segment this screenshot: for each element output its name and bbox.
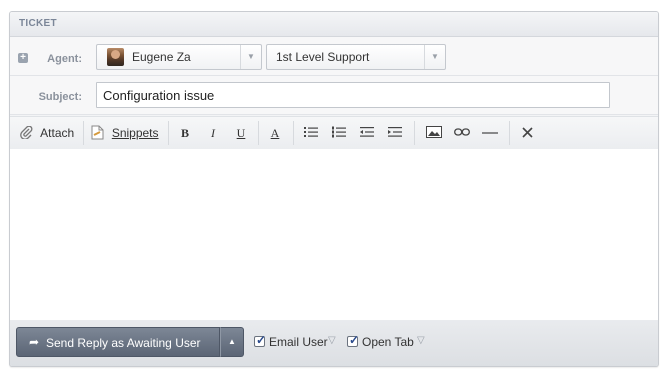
outdent-icon (360, 127, 374, 137)
chevron-down-icon[interactable]: ▼ (240, 45, 261, 69)
editor-toolbar: Attach Snippets B I U A (10, 116, 658, 150)
snippets-label: Snippets (111, 126, 159, 140)
ticket-panel: TICKET + Agent: Eugene Za ▼ 1st Level Su… (9, 11, 659, 367)
agent-row: + Agent: Eugene Za ▼ 1st Level Support ▼ (10, 37, 658, 76)
panel-header: TICKET (10, 12, 658, 37)
horizontal-rule-button[interactable] (478, 117, 502, 149)
bold-button[interactable]: B (174, 117, 196, 149)
chevron-up-icon: ▲ (228, 337, 236, 346)
font-color-button[interactable]: A (264, 117, 286, 149)
subject-input[interactable] (96, 82, 610, 108)
close-icon (521, 127, 533, 138)
insert-image-button[interactable] (422, 117, 446, 149)
team-name: 1st Level Support (276, 50, 370, 64)
underline-button[interactable]: U (230, 117, 252, 149)
horizontal-rule-icon (482, 132, 498, 134)
panel-title: TICKET (19, 18, 57, 29)
team-select[interactable]: 1st Level Support ▼ (266, 44, 446, 70)
insert-link-button[interactable] (450, 117, 474, 149)
dropdown-arrow-icon[interactable]: ▽ (328, 335, 336, 346)
email-user-checkbox[interactable]: ✓ (254, 333, 267, 347)
outdent-button[interactable] (356, 117, 378, 149)
subject-row: Subject: (10, 76, 658, 115)
chevron-down-icon[interactable]: ▼ (424, 45, 445, 69)
attach-button[interactable]: Attach (16, 117, 78, 149)
agent-label: Agent: (47, 53, 82, 65)
send-reply-button[interactable]: ➦ Send Reply as Awaiting User (16, 327, 220, 357)
link-icon (454, 128, 470, 136)
snippets-button[interactable]: Snippets (90, 117, 160, 149)
subject-label: Subject: (38, 91, 82, 103)
numbered-list-icon (332, 126, 346, 138)
document-icon (91, 125, 104, 140)
message-editor[interactable] (10, 149, 658, 321)
email-user-label: Email User (269, 335, 328, 349)
dropdown-arrow-icon[interactable]: ▽ (417, 335, 425, 346)
image-icon (426, 126, 442, 138)
paperclip-icon (19, 125, 33, 140)
open-tab-label: Open Tab (362, 335, 414, 349)
indent-button[interactable] (384, 117, 406, 149)
bullet-list-icon (304, 127, 318, 137)
italic-button[interactable]: I (202, 117, 224, 149)
avatar (107, 48, 124, 66)
send-reply-label: Send Reply as Awaiting User (46, 336, 201, 350)
remove-format-button[interactable] (516, 117, 538, 149)
agent-name: Eugene Za (132, 50, 191, 64)
send-options-button[interactable]: ▲ (220, 327, 244, 357)
reply-footer: ➦ Send Reply as Awaiting User ▲ ✓ Email … (10, 320, 658, 366)
bullet-list-button[interactable] (300, 117, 322, 149)
attach-label: Attach (40, 126, 75, 140)
open-tab-checkbox[interactable]: ✓ (347, 333, 360, 347)
indent-icon (388, 127, 402, 137)
agent-select[interactable]: Eugene Za ▼ (96, 44, 262, 70)
checkmark-icon: ✓ (349, 333, 360, 347)
checkmark-icon: ✓ (256, 333, 267, 347)
reply-arrow-icon: ➦ (29, 335, 40, 349)
numbered-list-button[interactable] (328, 117, 350, 149)
